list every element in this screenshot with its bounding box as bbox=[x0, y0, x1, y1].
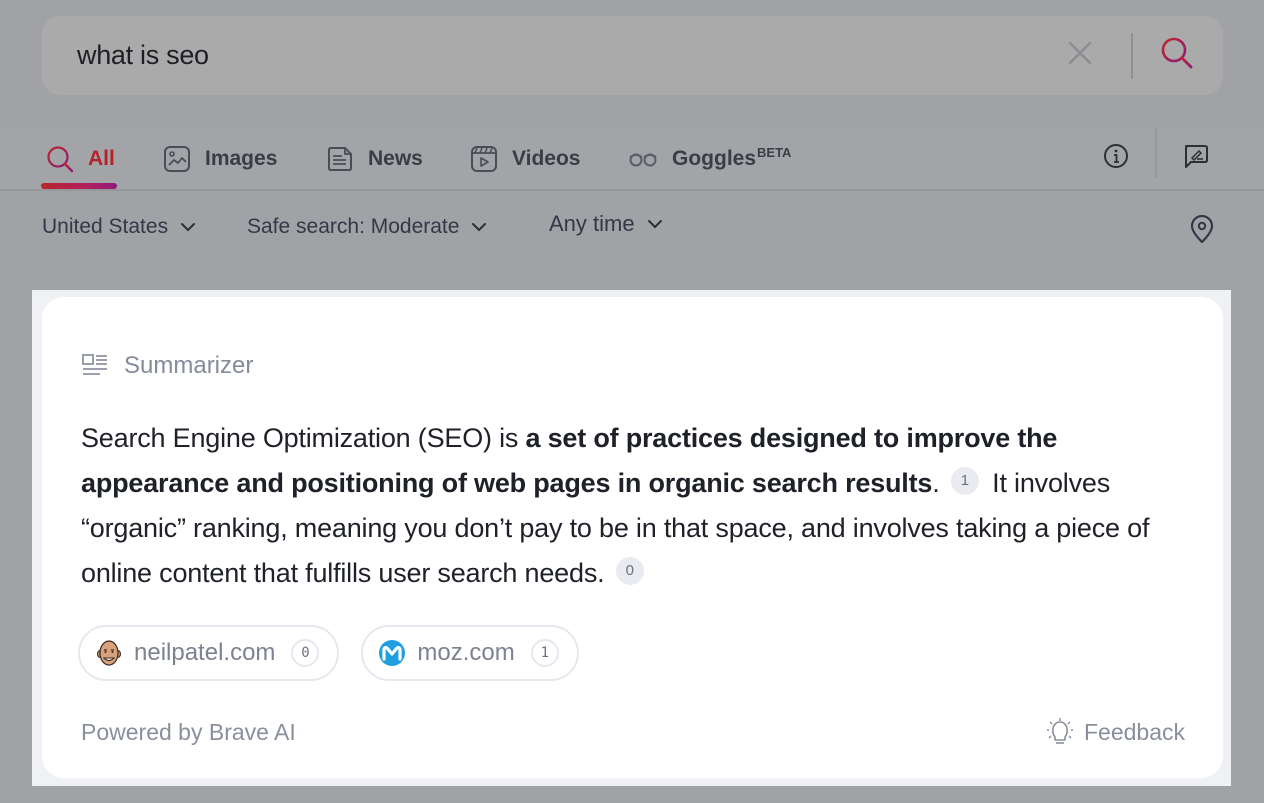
summary-feedback-button[interactable]: Feedback bbox=[1046, 717, 1185, 747]
feedback-button[interactable] bbox=[1175, 138, 1215, 178]
search-box bbox=[42, 16, 1223, 95]
summary-intro: Search Engine Optimization (SEO) is bbox=[81, 423, 526, 453]
chevron-down-icon bbox=[471, 219, 487, 235]
powered-by-label: Powered by Brave AI bbox=[81, 719, 296, 745]
source-citation-count: 0 bbox=[291, 639, 320, 667]
chevron-down-icon bbox=[647, 216, 663, 232]
lightbulb-icon bbox=[1046, 717, 1074, 747]
neilpatel-avatar-icon bbox=[94, 638, 124, 668]
search-input[interactable] bbox=[77, 40, 1065, 71]
tab-all[interactable]: All bbox=[46, 128, 115, 189]
summary-text: Search Engine Optimization (SEO) is a se… bbox=[81, 416, 1181, 596]
country-filter-label: United States bbox=[42, 215, 169, 238]
source-chip-moz[interactable]: moz.com 1 bbox=[361, 625, 579, 681]
chevron-down-icon bbox=[180, 219, 196, 235]
tab-videos[interactable]: Videos bbox=[470, 128, 580, 189]
citation-badge[interactable]: 1 bbox=[950, 466, 979, 495]
goggles-icon bbox=[628, 145, 658, 173]
search-icon bbox=[46, 145, 74, 173]
source-citation-count: 1 bbox=[530, 639, 559, 667]
summary-period: . bbox=[932, 468, 940, 498]
feedback-icon bbox=[1182, 143, 1208, 174]
source-label: neilpatel.com bbox=[134, 639, 276, 666]
active-tab-indicator bbox=[41, 183, 117, 189]
safe-search-filter-label: Safe search: Moderate bbox=[247, 215, 460, 238]
info-icon bbox=[1103, 143, 1129, 174]
source-label: moz.com bbox=[417, 639, 515, 666]
clear-search-button[interactable] bbox=[1065, 41, 1095, 71]
safe-search-filter[interactable]: Safe search: Moderate bbox=[247, 210, 487, 244]
source-chip-neilpatel[interactable]: neilpatel.com 0 bbox=[78, 625, 340, 681]
location-button[interactable] bbox=[1186, 214, 1218, 248]
location-pin-icon bbox=[1190, 214, 1214, 249]
video-icon bbox=[470, 145, 498, 173]
tab-goggles[interactable]: Goggles BETA bbox=[628, 128, 791, 189]
search-submit-button[interactable] bbox=[1157, 36, 1197, 76]
moz-logo-icon bbox=[377, 638, 407, 668]
source-list: neilpatel.com 0 moz.com 1 bbox=[78, 625, 579, 681]
summarizer-title: Summarizer bbox=[124, 352, 254, 379]
toolbar-divider bbox=[1155, 128, 1157, 178]
tab-news[interactable]: News bbox=[326, 128, 423, 189]
search-icon bbox=[1160, 36, 1194, 75]
time-filter-label: Any time bbox=[549, 211, 635, 236]
summarizer-icon bbox=[82, 353, 108, 379]
summarizer-card: Summarizer Search Engine Optimization (S… bbox=[42, 297, 1223, 778]
beta-badge: BETA bbox=[757, 145, 792, 160]
tab-news-label: News bbox=[368, 146, 423, 170]
citation-badge[interactable]: 0 bbox=[615, 556, 644, 585]
feedback-label: Feedback bbox=[1083, 718, 1185, 745]
close-icon bbox=[1067, 40, 1093, 71]
tab-images[interactable]: Images bbox=[163, 128, 277, 189]
newspaper-icon bbox=[326, 145, 354, 173]
time-filter[interactable]: Any time bbox=[549, 207, 663, 241]
search-tabs: All Images News Videos Goggles BETA bbox=[0, 128, 1264, 191]
tab-images-label: Images bbox=[205, 146, 278, 170]
image-icon bbox=[163, 145, 191, 173]
summarizer-header: Summarizer bbox=[82, 352, 253, 380]
country-filter[interactable]: United States bbox=[42, 210, 196, 244]
tab-all-label: All bbox=[88, 146, 115, 170]
search-divider bbox=[1131, 32, 1133, 79]
info-button[interactable] bbox=[1096, 138, 1136, 178]
tab-goggles-label: Goggles bbox=[672, 146, 757, 170]
tab-videos-label: Videos bbox=[512, 146, 581, 170]
